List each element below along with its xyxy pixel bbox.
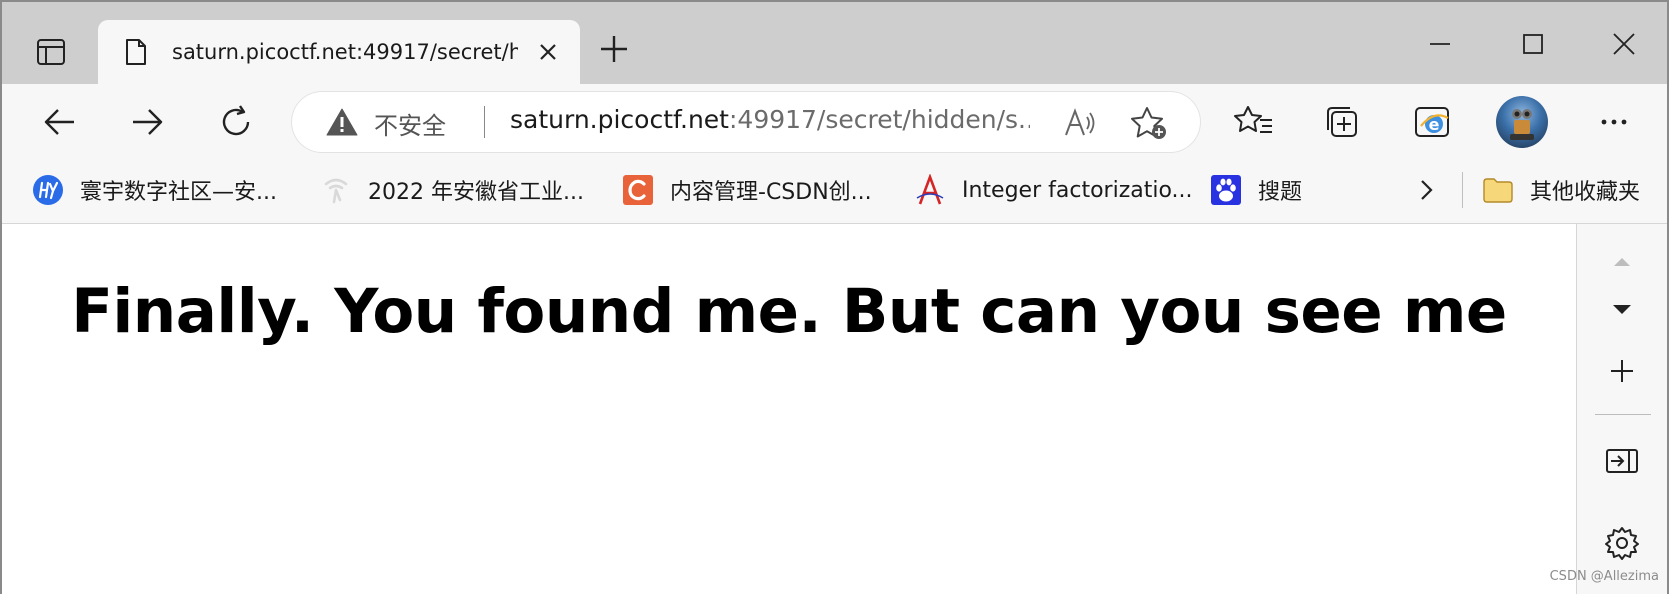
other-favorites-label: 其他收藏夹 (1530, 180, 1641, 205)
tab-active[interactable]: saturn.picoctf.net:49917/secret/hidden/s… (98, 20, 580, 84)
favorite-item[interactable]: Integer factorizatio... (914, 172, 1193, 208)
forward-arrow-icon[interactable] (127, 102, 167, 142)
collections-icon[interactable] (1322, 102, 1362, 142)
tab-actions-icon[interactable] (32, 34, 70, 70)
new-tab-icon[interactable] (597, 32, 631, 66)
refresh-icon[interactable] (216, 102, 256, 142)
security-label[interactable]: 不安全 (374, 106, 446, 141)
hy-logo-icon (33, 175, 63, 205)
settings-gear-icon[interactable] (1603, 524, 1641, 562)
navigation-toolbar: 不安全 saturn.picoctf.net:49917/secret/hidd… (2, 84, 1667, 156)
maximize-icon[interactable] (1515, 26, 1551, 62)
favorites-icon[interactable] (1234, 102, 1274, 142)
favorite-label: Integer factorizatio... (962, 177, 1193, 203)
warning-triangle-icon[interactable] (326, 108, 358, 136)
sidebar-scroll-down-icon[interactable] (1603, 290, 1641, 328)
sidebar-add-icon[interactable] (1603, 352, 1641, 390)
telecom-icon (324, 178, 348, 204)
favorites-divider (1462, 172, 1463, 208)
page-headline: Finally. You found me. But can you see m… (71, 276, 1507, 347)
favorite-item[interactable]: 内容管理-CSDN创... (622, 172, 872, 208)
url-path: :49917/secret/hidden/s... (728, 105, 1030, 134)
other-favorites-folder[interactable]: 其他收藏夹 (1482, 172, 1640, 208)
page-icon (126, 39, 146, 65)
favorite-label: 寰宇数字社区—安... (80, 180, 277, 205)
window-close-icon[interactable] (1606, 26, 1642, 62)
address-bar[interactable]: 不安全 saturn.picoctf.net:49917/secret/hidd… (292, 92, 1200, 152)
favorite-item[interactable]: 搜题 (1210, 172, 1302, 208)
add-favorite-icon[interactable] (1130, 105, 1168, 141)
chevron-right-icon[interactable] (1412, 176, 1440, 204)
profile-avatar[interactable] (1496, 96, 1548, 148)
folder-icon (1483, 178, 1513, 203)
read-aloud-icon[interactable] (1062, 105, 1098, 141)
tab-strip: saturn.picoctf.net:49917/secret/hidden/s… (2, 2, 1667, 84)
csdn-c-icon (623, 175, 653, 205)
browser-window: saturn.picoctf.net:49917/secret/hidden/s… (0, 0, 1669, 594)
favorite-item[interactable]: 寰宇数字社区—安... (32, 172, 277, 208)
baidu-paw-icon (1211, 175, 1241, 205)
favorite-item[interactable]: 2022 年安徽省工业... (320, 172, 584, 208)
sidebar-divider (1595, 414, 1651, 415)
tab-title: saturn.picoctf.net:49917/secret/hidden/s… (172, 40, 518, 64)
edge-sidebar (1576, 224, 1667, 594)
url-host: saturn.picoctf.net (510, 105, 729, 134)
alpertron-a-icon (916, 174, 944, 205)
more-options-icon[interactable] (1596, 104, 1632, 140)
back-arrow-icon[interactable] (40, 102, 80, 142)
favorite-label: 2022 年安徽省工业... (368, 180, 584, 205)
favorite-label: 搜题 (1258, 180, 1303, 205)
favorites-bar: 寰宇数字社区—安... 2022 年安徽省工业... 内容管理-CSDN创...… (2, 156, 1667, 224)
url-text[interactable]: saturn.picoctf.net:49917/secret/hidden/s… (510, 105, 1030, 134)
sidebar-scroll-up-icon[interactable] (1603, 244, 1641, 282)
address-separator (484, 106, 485, 138)
ie-mode-icon[interactable]: e (1412, 102, 1452, 142)
minimize-icon[interactable] (1422, 26, 1458, 62)
hide-sidebar-icon[interactable] (1603, 442, 1641, 480)
favorite-label: 内容管理-CSDN创... (670, 180, 872, 205)
tab-close-icon[interactable] (536, 40, 560, 64)
page-content: Finally. You found me. But can you see m… (2, 224, 1576, 594)
watermark: CSDN @Allezima (1549, 569, 1659, 584)
